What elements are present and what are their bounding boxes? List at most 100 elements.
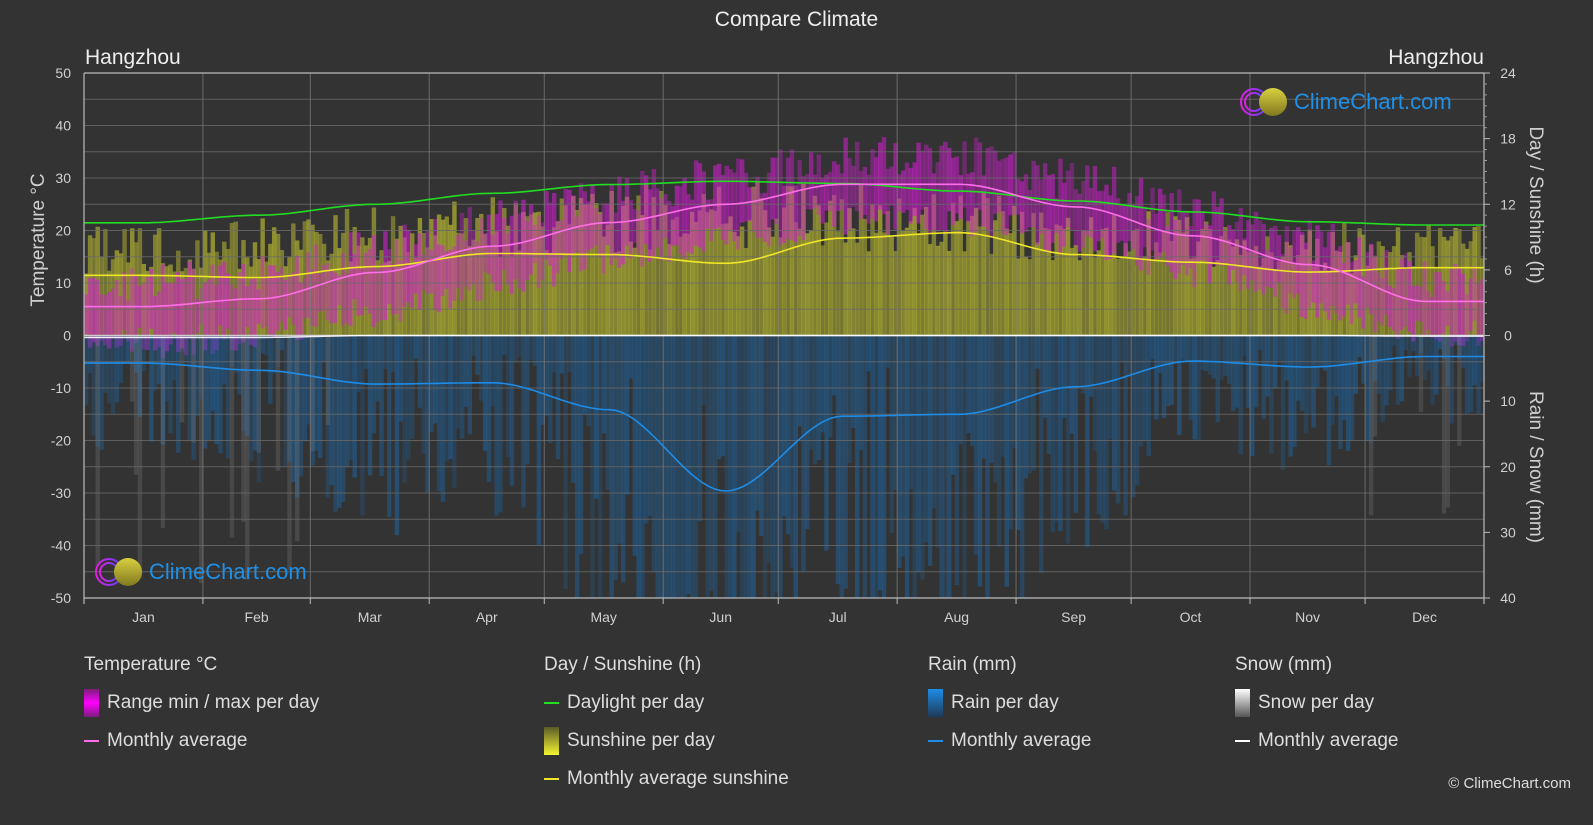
snow-day-bar bbox=[179, 335, 185, 423]
snow-day-bar bbox=[256, 335, 262, 453]
sunshine-day-bar bbox=[720, 223, 726, 336]
temp-range-day-bar bbox=[674, 185, 680, 246]
temp-range-day-bar bbox=[578, 183, 584, 272]
rain-day-bar bbox=[977, 335, 983, 587]
snow-day-bar bbox=[1372, 335, 1378, 437]
rain-day-bar bbox=[594, 335, 599, 499]
temp-range-day-bar bbox=[275, 271, 281, 331]
temp-range-day-bar bbox=[421, 254, 426, 290]
temp-range-day-bar bbox=[682, 178, 687, 259]
temp-range-day-bar bbox=[651, 168, 657, 259]
temp-range-day-bar bbox=[486, 214, 492, 275]
temp-range-day-bar bbox=[122, 272, 127, 331]
rain-day-bar bbox=[1088, 335, 1094, 397]
rain-day-bar bbox=[1253, 335, 1259, 408]
temp-range-day-bar bbox=[517, 213, 522, 289]
rain-day-bar bbox=[479, 335, 484, 401]
rain-day-bar bbox=[1342, 335, 1347, 420]
rain-day-bar bbox=[1434, 335, 1439, 395]
climechart-logo-bottom[interactable]: ClimeChart.com bbox=[93, 556, 307, 588]
rain-day-bar bbox=[766, 335, 772, 564]
temp-range-day-bar bbox=[1050, 174, 1056, 243]
rain-day-bar bbox=[651, 335, 657, 573]
climechart-logo-top[interactable]: ClimeChart.com bbox=[1238, 86, 1452, 118]
rain-day-bar bbox=[1242, 335, 1247, 357]
rain-day-bar bbox=[1460, 335, 1466, 369]
rain-day-bar bbox=[379, 335, 384, 477]
snow-day-bar bbox=[325, 335, 331, 426]
temp-range-day-bar bbox=[1357, 237, 1362, 318]
temp-range-day-bar bbox=[84, 294, 89, 335]
sunshine-day-bar bbox=[862, 218, 868, 336]
rain-day-bar bbox=[970, 335, 975, 446]
sunshine-day-bar bbox=[943, 231, 948, 336]
temp-range-day-bar bbox=[958, 175, 963, 220]
snow-day-bar bbox=[229, 335, 235, 538]
rain-day-bar bbox=[1016, 335, 1021, 530]
sunshine-day-bar bbox=[613, 252, 618, 336]
legend-item-rain: Rain per day bbox=[928, 689, 1091, 717]
snow-day-bar bbox=[137, 335, 143, 579]
rain-day-bar bbox=[1131, 335, 1136, 498]
rain-day-bar bbox=[1004, 335, 1009, 587]
rain-day-bar bbox=[1058, 335, 1063, 532]
temp-range-day-bar bbox=[916, 142, 921, 224]
legend-rain: Rain (mm) Rain per day Monthly average bbox=[928, 653, 1091, 767]
rain-day-bar bbox=[1426, 335, 1431, 371]
sunshine-day-bar bbox=[1069, 247, 1075, 336]
rain-day-bar bbox=[885, 335, 891, 368]
temp-range-day-bar bbox=[417, 233, 423, 310]
legend-snow: Snow (mm) Snow per day Monthly average bbox=[1235, 653, 1398, 767]
x-tick-label-aug: Aug bbox=[944, 609, 969, 625]
temp-range-day-bar bbox=[291, 271, 296, 325]
left-tick-label: -30 bbox=[51, 485, 71, 501]
rain-day-bar bbox=[114, 335, 120, 403]
rain-day-bar bbox=[1050, 335, 1056, 532]
temp-range-day-bar bbox=[429, 249, 434, 294]
sunshine-day-bar bbox=[1016, 258, 1021, 336]
temp-range-day-bar bbox=[410, 263, 415, 308]
temp-range-day-bar bbox=[551, 192, 557, 287]
rain-day-bar bbox=[889, 335, 894, 533]
rain-day-bar bbox=[214, 335, 219, 445]
rain-day-bar bbox=[797, 335, 802, 427]
sunshine-day-bar bbox=[877, 205, 883, 336]
temp-range-day-bar bbox=[567, 189, 572, 273]
copyright[interactable]: © ClimeChart.com bbox=[1448, 775, 1571, 792]
rain-day-bar bbox=[1391, 335, 1397, 346]
temp-range-day-bar bbox=[317, 274, 323, 312]
temp-range-day-bar bbox=[509, 215, 515, 294]
temp-range-day-bar bbox=[770, 157, 776, 220]
right-top-tick-label: 24 bbox=[1500, 65, 1516, 81]
rain-day-bar bbox=[298, 335, 304, 477]
right-bottom-axis-title: Rain / Snow (mm) bbox=[1525, 391, 1546, 543]
temp-range-day-bar bbox=[831, 161, 837, 227]
temp-range-day-bar bbox=[985, 148, 990, 232]
rain-day-bar bbox=[571, 335, 576, 484]
temp-range-day-bar bbox=[1284, 226, 1289, 314]
temp-range-day-bar bbox=[525, 220, 530, 280]
rain-day-bar bbox=[202, 335, 208, 449]
rain-day-bar bbox=[1414, 335, 1420, 376]
rain-day-bar bbox=[1280, 335, 1286, 470]
temp-range-day-bar bbox=[402, 224, 407, 307]
sunshine-day-bar bbox=[939, 241, 944, 336]
legend-label: Daylight per day bbox=[567, 692, 705, 713]
rain-day-bar bbox=[563, 335, 568, 590]
sunshine-day-bar bbox=[1065, 217, 1071, 336]
left-tick-label: -50 bbox=[51, 590, 71, 606]
temp-range-day-bar bbox=[897, 174, 902, 212]
rain-day-bar bbox=[1399, 335, 1405, 402]
temp-range-day-bar bbox=[371, 235, 377, 328]
rain-day-bar bbox=[1115, 335, 1121, 504]
temp-range-day-bar bbox=[1154, 213, 1159, 261]
temp-range-day-bar bbox=[632, 208, 637, 243]
rain-day-bar bbox=[586, 335, 591, 427]
rain-day-bar bbox=[1104, 335, 1109, 530]
right-bottom-tick-label: 30 bbox=[1500, 524, 1516, 540]
sunshine-day-bar bbox=[889, 236, 894, 336]
temp-range-day-bar bbox=[1062, 182, 1067, 247]
left-tick-label: 20 bbox=[55, 223, 71, 239]
sunshine-day-bar bbox=[935, 245, 940, 336]
temp-range-day-bar bbox=[1376, 272, 1382, 322]
